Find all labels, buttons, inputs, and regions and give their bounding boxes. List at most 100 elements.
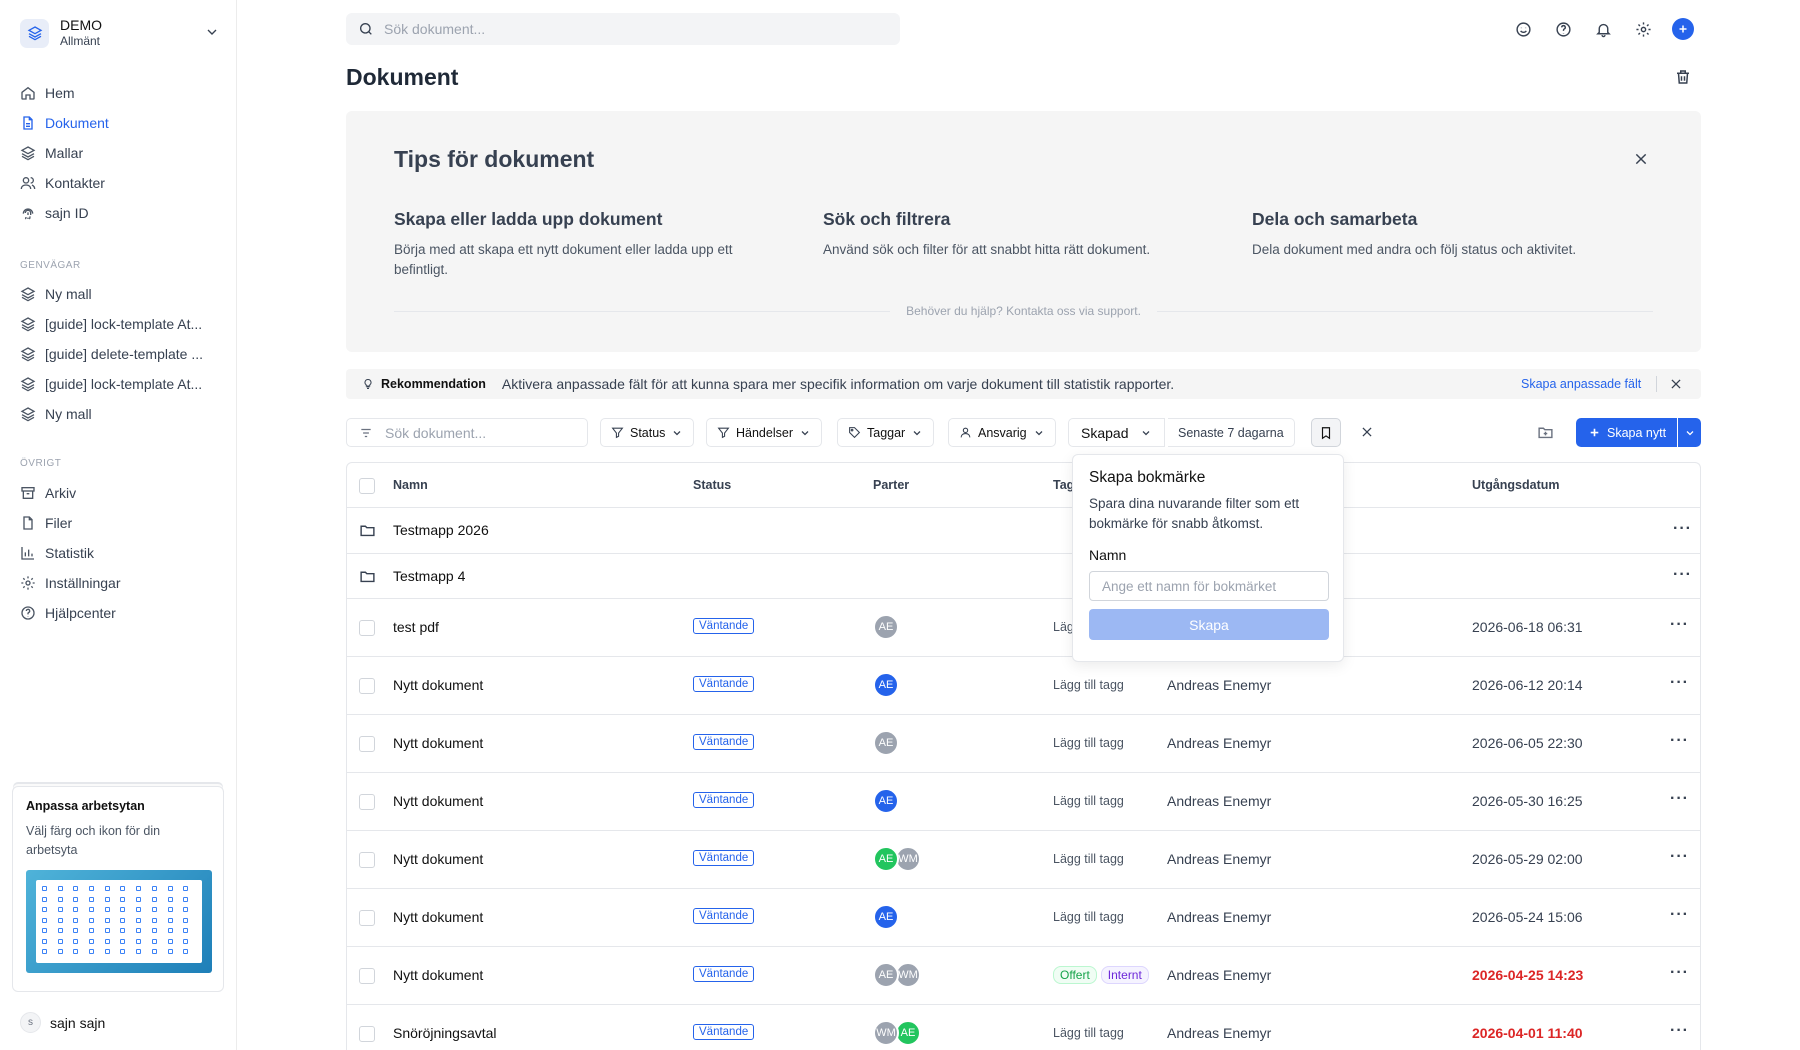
document-name[interactable]: Snöröjningsavtal — [393, 1025, 497, 1041]
document-name[interactable]: test pdf — [393, 619, 439, 635]
col-status[interactable]: Status — [693, 478, 731, 492]
party-avatar[interactable]: AE — [873, 614, 899, 640]
table-row[interactable]: Nytt dokument Väntande AE Lägg till tagg… — [347, 773, 1700, 831]
folder-row[interactable]: Testmapp 2026 ··· — [347, 508, 1700, 554]
create-new-button[interactable]: Skapa nytt — [1576, 418, 1677, 447]
table-row[interactable]: Nytt dokument Väntande AE WM Offert Intern… — [347, 947, 1700, 1005]
folder-row[interactable]: Testmapp 4 ··· — [347, 554, 1700, 599]
nav-item-mallar[interactable]: Mallar — [20, 138, 220, 168]
add-tag-link[interactable]: Lägg till tagg — [1053, 794, 1124, 808]
table-row[interactable]: Snöröjningsavtal Väntande WM AE Lägg till… — [347, 1005, 1700, 1050]
clear-filters-icon[interactable] — [1360, 425, 1374, 442]
select-all-checkbox[interactable] — [359, 478, 375, 494]
col-expiry[interactable]: Utgångsdatum — [1472, 478, 1560, 492]
shortcut-item[interactable]: Ny mall — [20, 399, 220, 429]
create-custom-fields-link[interactable]: Skapa anpassade fält — [1521, 377, 1641, 391]
create-bookmark-button[interactable]: Skapa — [1089, 609, 1329, 640]
customize-workspace-card[interactable]: Anpassa arbetsytan Välj färg och ikon fö… — [12, 786, 224, 992]
nav-item-kontakter[interactable]: Kontakter — [20, 168, 220, 198]
shortcut-item[interactable]: [guide] lock-template At... — [20, 309, 220, 339]
quick-create-plus-icon[interactable] — [1672, 18, 1694, 40]
document-name[interactable]: Nytt dokument — [393, 967, 483, 983]
date-range-filter[interactable]: Senaste 7 dagarna — [1168, 418, 1295, 447]
party-avatar[interactable]: AE — [873, 788, 899, 814]
row-checkbox[interactable] — [359, 736, 375, 752]
close-icon[interactable] — [1669, 377, 1683, 394]
shortcut-item[interactable]: Ny mall — [20, 279, 220, 309]
row-checkbox[interactable] — [359, 968, 375, 984]
col-name[interactable]: Namn — [393, 478, 428, 492]
responsible-filter[interactable]: Ansvarig — [948, 418, 1056, 447]
party-avatar[interactable]: AE — [873, 672, 899, 698]
document-name[interactable]: Nytt dokument — [393, 677, 483, 693]
tag-chip[interactable]: Offert — [1053, 966, 1097, 984]
row-checkbox[interactable] — [359, 852, 375, 868]
close-icon[interactable] — [1633, 151, 1649, 170]
more-icon[interactable]: ··· — [1670, 964, 1689, 982]
created-filter[interactable]: Skapad — [1068, 418, 1166, 447]
nav-item-hjalpcenter[interactable]: Hjälpcenter — [20, 598, 220, 628]
party-avatar[interactable]: AE — [873, 962, 899, 988]
document-name[interactable]: Nytt dokument — [393, 793, 483, 809]
add-tag-link[interactable]: Lägg till tagg — [1053, 736, 1124, 750]
row-checkbox[interactable] — [359, 678, 375, 694]
party-avatar[interactable]: WM — [873, 1020, 899, 1046]
shortcut-item[interactable]: [guide] lock-template At... — [20, 369, 220, 399]
table-row[interactable]: Nytt dokument Väntande AE Lägg till tagg… — [347, 889, 1700, 947]
events-filter[interactable]: Händelser — [706, 418, 822, 447]
nav-item-statistik[interactable]: Statistik — [20, 538, 220, 568]
more-icon[interactable]: ··· — [1670, 674, 1689, 692]
tags-filter[interactable]: Taggar — [837, 418, 935, 447]
more-icon[interactable]: ··· — [1670, 906, 1689, 924]
trash-icon[interactable] — [1674, 68, 1692, 89]
user-menu[interactable]: s sajn sajn — [20, 1012, 105, 1033]
tag-chip[interactable]: Internt — [1100, 966, 1149, 984]
nav-item-sajn-id[interactable]: sajn ID — [20, 198, 220, 228]
party-avatar[interactable]: AE — [873, 846, 899, 872]
table-row[interactable]: test pdf Väntande AE Lägg till tagg s En… — [347, 599, 1700, 657]
more-icon[interactable]: ··· — [1670, 1022, 1689, 1040]
row-checkbox[interactable] — [359, 910, 375, 926]
document-search[interactable] — [346, 418, 588, 447]
more-icon[interactable]: ··· — [1673, 566, 1692, 584]
add-tag-link[interactable]: Lägg till tagg — [1053, 852, 1124, 866]
status-filter[interactable]: Status — [600, 418, 695, 447]
gear-icon[interactable] — [1632, 18, 1654, 40]
global-search-input[interactable] — [384, 21, 864, 37]
more-icon[interactable]: ··· — [1670, 790, 1689, 808]
party-avatar[interactable]: AE — [873, 730, 899, 756]
row-checkbox[interactable] — [359, 794, 375, 810]
table-row[interactable]: Nytt dokument Väntande AE WM Lägg till ta… — [347, 831, 1700, 889]
workspace-switcher[interactable]: DEMO Allmänt — [20, 16, 220, 50]
nav-item-installningar[interactable]: Inställningar — [20, 568, 220, 598]
add-tag-link[interactable]: Lägg till tagg — [1053, 678, 1124, 692]
bookmark-name-input[interactable] — [1089, 571, 1329, 601]
document-search-input[interactable] — [385, 424, 575, 441]
nav-item-filer[interactable]: Filer — [20, 508, 220, 538]
create-new-dropdown[interactable] — [1678, 418, 1701, 447]
nav-item-dokument[interactable]: Dokument — [20, 108, 220, 138]
party-avatar[interactable]: AE — [873, 904, 899, 930]
document-name[interactable]: Nytt dokument — [393, 735, 483, 751]
table-row[interactable]: Nytt dokument Väntande AE Lägg till tagg… — [347, 715, 1700, 773]
nav-item-arkiv[interactable]: Arkiv — [20, 478, 220, 508]
nav-item-hem[interactable]: Hem — [20, 78, 220, 108]
bookmark-button[interactable] — [1311, 418, 1341, 447]
table-row[interactable]: Nytt dokument Väntande AE Lägg till tagg… — [347, 657, 1700, 715]
help-icon[interactable] — [1552, 18, 1574, 40]
add-tag-link[interactable]: Lägg till tagg — [1053, 1026, 1124, 1040]
global-search[interactable] — [346, 13, 900, 45]
row-checkbox[interactable] — [359, 620, 375, 636]
add-tag-link[interactable]: Lägg till tagg — [1053, 910, 1124, 924]
more-icon[interactable]: ··· — [1673, 520, 1692, 538]
more-icon[interactable]: ··· — [1670, 732, 1689, 750]
more-icon[interactable]: ··· — [1670, 616, 1689, 634]
document-name[interactable]: Nytt dokument — [393, 909, 483, 925]
row-checkbox[interactable] — [359, 1026, 375, 1042]
more-icon[interactable]: ··· — [1670, 848, 1689, 866]
shortcut-item[interactable]: [guide] delete-template ... — [20, 339, 220, 369]
feedback-smile-icon[interactable] — [1512, 18, 1534, 40]
new-folder-icon[interactable] — [1537, 424, 1554, 444]
bell-icon[interactable] — [1592, 18, 1614, 40]
support-hint[interactable]: Behöver du hjälp? Kontakta oss via suppo… — [890, 304, 1157, 318]
